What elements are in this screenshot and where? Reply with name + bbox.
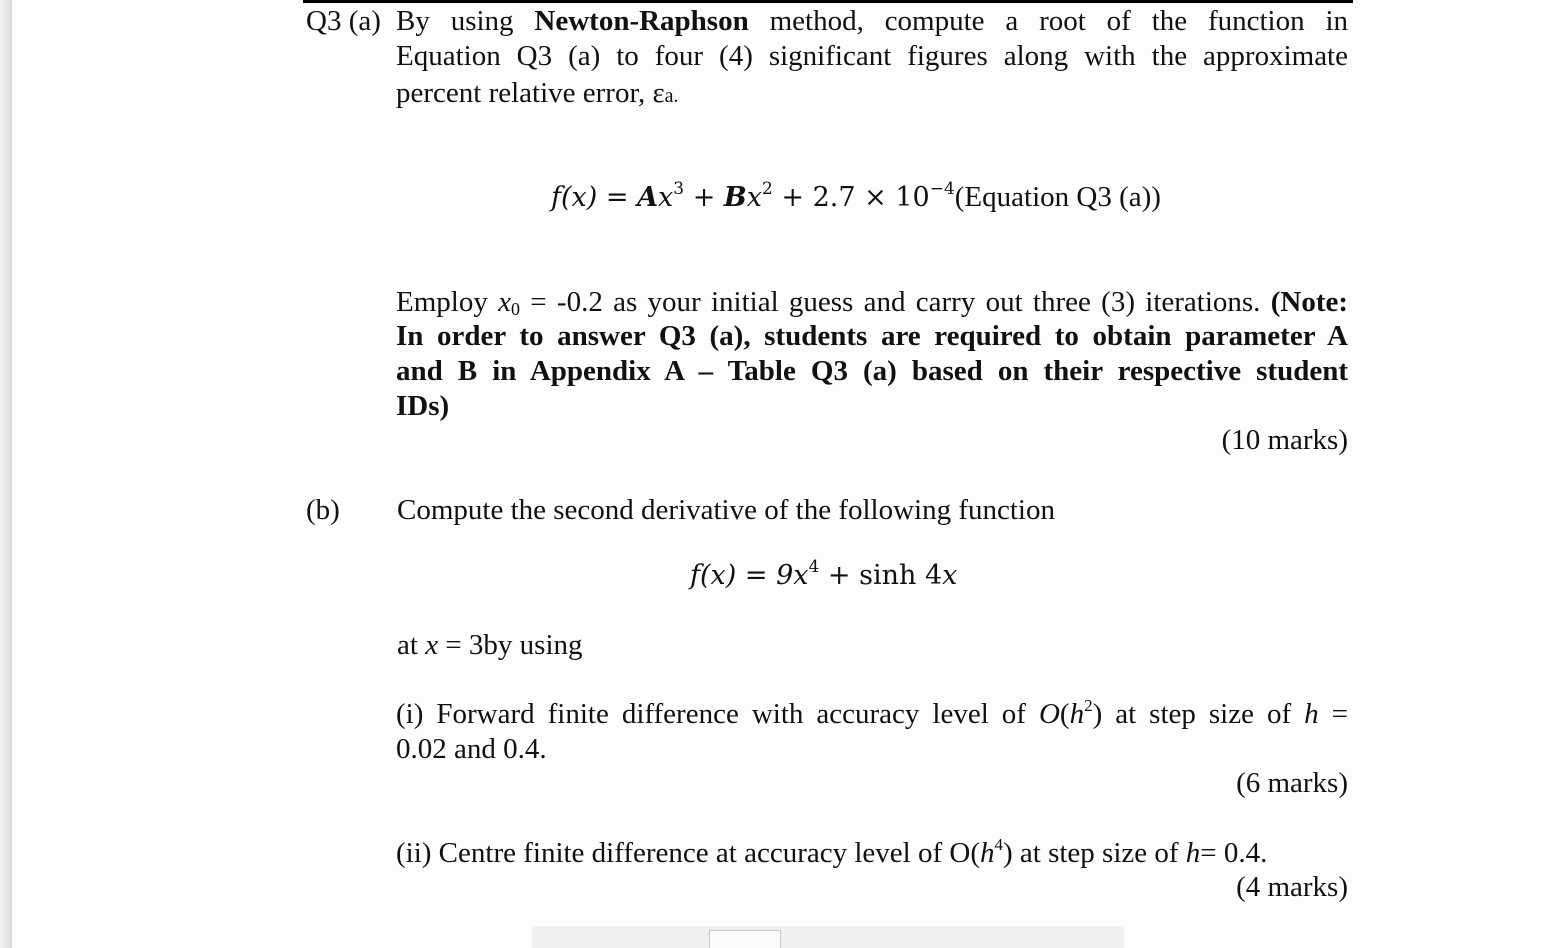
equation-q3a: f(x) = Ax3 + Bx2 + 2.7 × 10−4(Equation Q… bbox=[551, 180, 1161, 215]
employ-prefix: Employ bbox=[396, 286, 488, 318]
employ-rest: = -0.2 as your initial guess and carry o… bbox=[530, 286, 1261, 318]
method-name: Newton-Raphson bbox=[534, 5, 749, 37]
order-exp: 4 bbox=[994, 835, 1003, 854]
eq-var: x bbox=[746, 182, 762, 213]
part-b-label: (b) bbox=[306, 494, 340, 526]
part-i-end: = bbox=[1331, 698, 1349, 730]
part-b-intro: Compute the second derivative of the fol… bbox=[397, 494, 1055, 526]
employ-sub: 0 bbox=[511, 299, 520, 319]
part-a-intro-line3: percent relative error, εa. bbox=[396, 76, 679, 114]
part-i-line2: 0.02 and 0.4. bbox=[396, 733, 547, 765]
part-a-marks: (10 marks) bbox=[1221, 424, 1348, 456]
employ-var: x bbox=[498, 286, 511, 318]
order-h: h bbox=[1069, 698, 1085, 730]
eq-var: x bbox=[942, 560, 958, 591]
part-ii-marks: (4 marks) bbox=[1236, 871, 1348, 903]
part-i-prefix: (i) Forward finite difference with accur… bbox=[396, 698, 1026, 730]
intro-prefix: By using bbox=[396, 5, 514, 37]
order-o: O bbox=[1038, 698, 1060, 730]
equation-part-b: f(x) = 9x4 + sinh 4x bbox=[690, 558, 957, 593]
intro-line1-rest: method, compute a root of the function i… bbox=[769, 5, 1349, 37]
eq-exp: −4 bbox=[929, 179, 955, 199]
bottom-toolbar bbox=[532, 926, 1124, 948]
eq-exp: 2 bbox=[761, 179, 773, 199]
part-i-line1: (i) Forward finite difference with accur… bbox=[396, 696, 1349, 730]
question-label: Q3 (a) bbox=[306, 5, 381, 37]
eq-param-a: A bbox=[637, 182, 659, 213]
part-a-intro-line1: By using Newton-Raphson method, compute … bbox=[396, 4, 1348, 39]
eq-constant: + 2.7 × 10 bbox=[781, 182, 930, 213]
eq-op: + bbox=[692, 182, 716, 213]
order-exp: 2 bbox=[1084, 696, 1093, 715]
eq-var: x bbox=[658, 182, 674, 213]
at-var: x bbox=[425, 629, 439, 661]
h-var: h bbox=[1185, 837, 1201, 869]
note-line3: and B in Appendix A – Table Q3 (a) based… bbox=[396, 355, 1348, 387]
eq-lhs: f(x) = bbox=[551, 182, 629, 213]
viewer-left-edge bbox=[0, 0, 12, 948]
eq-lhs: f(x) = 9 bbox=[690, 560, 794, 591]
note-start: (Note: bbox=[1270, 286, 1349, 318]
bottom-input-box[interactable] bbox=[709, 930, 781, 948]
error-subscript: a. bbox=[664, 85, 679, 107]
note-line2: In order to answer Q3 (a), students are … bbox=[396, 320, 1348, 352]
eq-rest: + sinh 4 bbox=[827, 560, 943, 591]
employ-line: Employ x0 = -0.2 as your initial guess a… bbox=[396, 285, 1348, 320]
eq-tag: (Equation Q3 (a)) bbox=[954, 181, 1161, 213]
part-ii-end: = 0.4. bbox=[1200, 837, 1268, 869]
h-var: h bbox=[979, 837, 995, 869]
part-ii-prefix: (ii) Centre finite difference at accurac… bbox=[396, 837, 980, 869]
h-var: h bbox=[1304, 698, 1319, 730]
eq-exp: 3 bbox=[673, 179, 685, 199]
at-x-line: at x = 3by using bbox=[397, 628, 583, 663]
note-line4: IDs) bbox=[396, 390, 450, 422]
at-rest: = 3by using bbox=[445, 629, 583, 661]
eq-param-b: B bbox=[723, 182, 747, 213]
eq-exp: 4 bbox=[808, 557, 820, 577]
part-ii-mid: ) at step size of bbox=[1002, 837, 1179, 869]
eq-var: x bbox=[793, 560, 809, 591]
part-i-marks: (6 marks) bbox=[1236, 767, 1348, 799]
top-rule bbox=[303, 0, 1353, 3]
part-ii-line: (ii) Centre finite difference at accurac… bbox=[396, 836, 1267, 871]
at-prefix: at bbox=[397, 629, 418, 661]
error-label: percent relative error, ε bbox=[396, 77, 665, 109]
part-i-mid: ) at step size of bbox=[1092, 698, 1292, 730]
part-a-intro-line2: Equation Q3 (a) to four (4) significant … bbox=[396, 40, 1348, 72]
